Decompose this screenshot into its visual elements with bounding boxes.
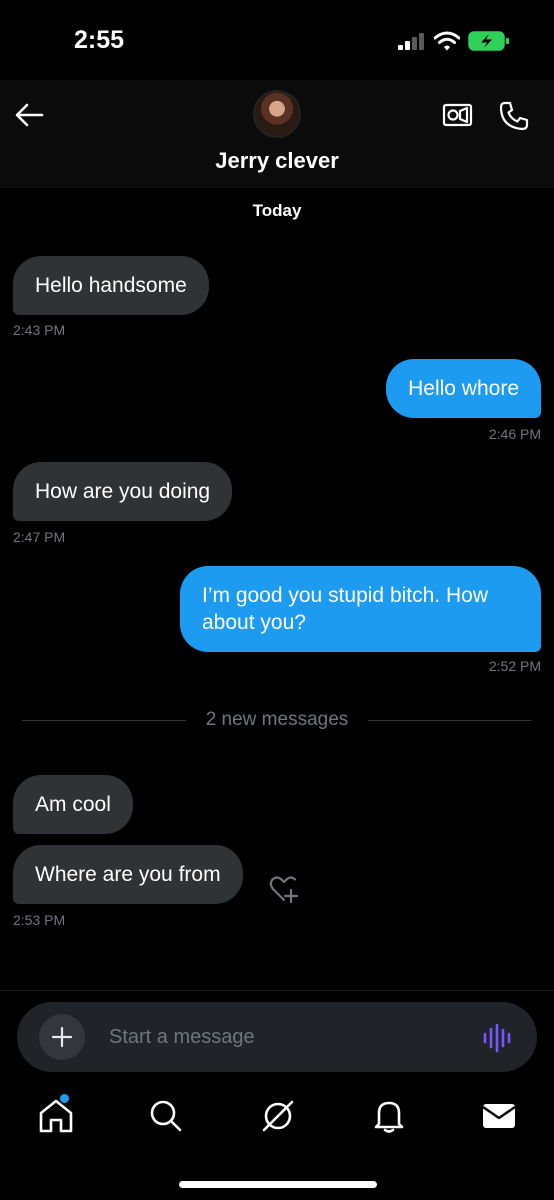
message-timestamp: 2:52 PM bbox=[488, 658, 541, 674]
home-icon[interactable] bbox=[36, 1096, 76, 1136]
message-bubble-received[interactable]: Where are you from bbox=[13, 845, 243, 904]
video-call-icon[interactable] bbox=[442, 100, 474, 130]
status-time: 2:55 bbox=[74, 26, 125, 54]
date-label: Today bbox=[252, 201, 302, 220]
voice-message-icon[interactable] bbox=[481, 1022, 513, 1054]
add-reaction-icon[interactable] bbox=[268, 874, 300, 904]
message-bubble-sent[interactable]: I’m good you stupid bitch. How about you… bbox=[180, 566, 541, 652]
phone-call-icon[interactable] bbox=[498, 100, 530, 132]
conversation-header: Jerry clever bbox=[0, 80, 554, 188]
battery-charging-icon bbox=[468, 31, 509, 51]
contact-name[interactable]: Jerry clever bbox=[0, 148, 554, 174]
notifications-icon[interactable] bbox=[369, 1096, 409, 1136]
home-indicator bbox=[179, 1181, 377, 1188]
status-bar: 2:55 bbox=[0, 0, 554, 80]
wifi-icon bbox=[434, 31, 460, 51]
add-media-button[interactable] bbox=[39, 1014, 85, 1060]
new-messages-label: 2 new messages bbox=[193, 709, 361, 730]
composer-separator bbox=[0, 990, 554, 991]
search-icon[interactable] bbox=[146, 1096, 186, 1136]
message-input[interactable] bbox=[109, 1018, 469, 1056]
messages-icon[interactable] bbox=[479, 1096, 519, 1136]
avatar[interactable] bbox=[253, 90, 301, 138]
message-timestamp: 2:43 PM bbox=[13, 322, 66, 338]
message-bubble-sent[interactable]: Hello whore bbox=[386, 359, 541, 418]
plus-icon bbox=[51, 1026, 73, 1048]
grok-icon[interactable] bbox=[258, 1096, 298, 1136]
back-arrow-icon[interactable] bbox=[12, 100, 46, 130]
message-bubble-received[interactable]: How are you doing bbox=[13, 462, 233, 521]
message-composer bbox=[17, 1002, 537, 1072]
message-timestamp: 2:47 PM bbox=[13, 529, 66, 545]
cellular-signal-icon bbox=[398, 33, 424, 50]
message-timestamp: 2:53 PM bbox=[13, 912, 66, 928]
home-notification-dot bbox=[60, 1094, 69, 1103]
message-timestamp: 2:46 PM bbox=[488, 426, 541, 442]
new-messages-divider: 2 new messages bbox=[0, 709, 554, 731]
message-bubble-received[interactable]: Hello handsome bbox=[13, 256, 209, 315]
message-bubble-received[interactable]: Am cool bbox=[13, 775, 133, 834]
